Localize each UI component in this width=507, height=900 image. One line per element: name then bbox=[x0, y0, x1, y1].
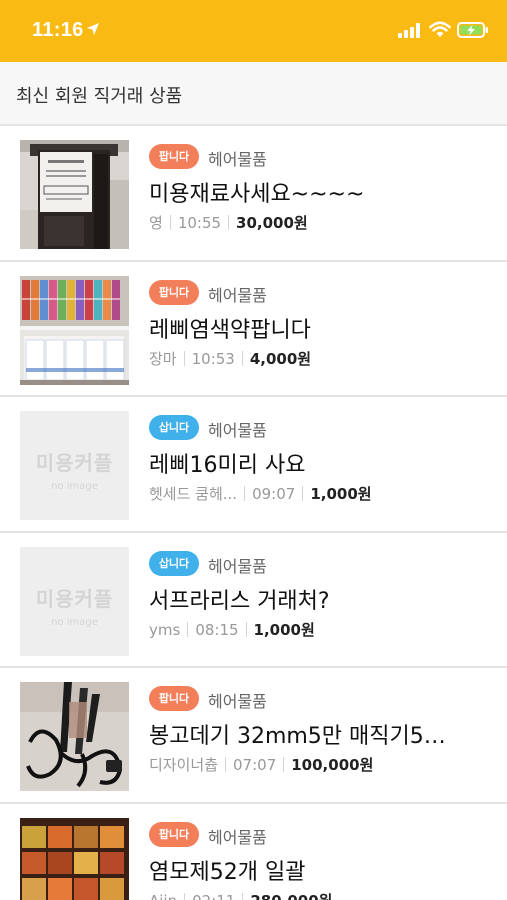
product-list: 팝니다 헤어물품 미용재료사세요~~~~ 영 10:55 30,000원 팝니다… bbox=[0, 126, 507, 900]
item-meta: 헷세드 쿰헤... 09:07 1,000원 bbox=[149, 483, 372, 504]
item-title: 레삐16미리 사요 bbox=[149, 453, 306, 478]
post-time: 07:07 bbox=[233, 756, 277, 774]
list-item[interactable]: 미용커플 no image 삽니다 헤어물품 레삐16미리 사요 헷세드 쿰헤.… bbox=[0, 397, 507, 533]
item-title: 미용재료사세요~~~~ bbox=[149, 182, 365, 207]
post-time: 08:15 bbox=[195, 620, 239, 639]
section-title: 최신 회원 직거래 상품 bbox=[16, 86, 183, 107]
category-label: 헤어물품 bbox=[208, 421, 267, 440]
meta-divider bbox=[283, 757, 285, 772]
meta-divider bbox=[183, 350, 185, 366]
item-title: 봉고데기 32mm5만 매직기5… bbox=[149, 724, 446, 749]
list-item[interactable]: 팝니다 헤어물품 봉고데기 32mm5만 매직기5… 디자이너츕 07:07 100… bbox=[0, 668, 507, 804]
item-title: 레삐염색약팝니다 bbox=[149, 317, 311, 343]
item-title: 염모제52개 일괄 bbox=[149, 859, 306, 885]
placeholder-caption: no image bbox=[51, 481, 98, 492]
meta-divider bbox=[241, 350, 243, 366]
sell-badge: 팝니다 bbox=[149, 686, 199, 711]
placeholder-caption: no image bbox=[51, 616, 98, 628]
placeholder-logo-text: 미용커플 bbox=[35, 451, 114, 475]
buy-badge: 삽니다 bbox=[149, 415, 199, 440]
product-thumbnail bbox=[20, 682, 129, 791]
item-price: 30,000원 bbox=[236, 214, 308, 232]
meta-divider bbox=[225, 757, 227, 772]
product-thumbnail bbox=[20, 817, 129, 900]
status-bar: 11:16 bbox=[0, 0, 507, 62]
meta-divider bbox=[184, 892, 186, 900]
list-item[interactable]: 팝니다 헤어물품 레삐염색약팝니다 장마 10:53 4,000원 bbox=[0, 261, 507, 397]
category-label: 헤어물품 bbox=[208, 150, 267, 169]
meta-divider bbox=[244, 486, 246, 501]
sell-badge: 팝니다 bbox=[149, 279, 199, 305]
item-price: 1,000원 bbox=[253, 620, 315, 639]
post-time: 09:07 bbox=[252, 485, 296, 503]
category-label: 헤어물품 bbox=[208, 556, 267, 576]
wifi-icon bbox=[429, 21, 451, 37]
item-meta: Ajin 02:11 280,000원 bbox=[149, 890, 332, 900]
post-time: 10:53 bbox=[191, 349, 235, 368]
sell-badge: 팝니다 bbox=[149, 821, 199, 847]
post-time: 02:11 bbox=[192, 892, 235, 900]
product-thumbnail bbox=[20, 140, 129, 249]
meta-divider bbox=[169, 215, 171, 230]
seller-name: 영 bbox=[149, 214, 163, 232]
meta-divider bbox=[245, 621, 247, 637]
meta-divider bbox=[187, 621, 189, 637]
list-item[interactable]: 팝니다 헤어물품 염모제52개 일괄 Ajin 02:11 280,000원 bbox=[0, 803, 507, 900]
location-arrow-icon bbox=[87, 23, 99, 35]
placeholder-logo-text: 미용커플 bbox=[35, 586, 114, 611]
seller-name: 디자이너츕 bbox=[149, 756, 219, 774]
post-time: 10:55 bbox=[177, 214, 222, 232]
seller-name: 장마 bbox=[149, 349, 177, 368]
section-header: 최신 회원 직거래 상품 bbox=[0, 62, 507, 126]
no-image-placeholder: 미용커플 no image bbox=[20, 411, 129, 520]
meta-divider bbox=[302, 486, 304, 501]
item-meta: yms 08:15 1,000원 bbox=[149, 619, 315, 640]
item-price: 1,000원 bbox=[310, 485, 372, 503]
meta-divider bbox=[228, 215, 230, 230]
category-label: 헤어물품 bbox=[208, 827, 267, 847]
sell-badge: 팝니다 bbox=[149, 144, 199, 169]
meta-divider bbox=[242, 892, 244, 900]
buy-badge: 삽니다 bbox=[149, 550, 199, 576]
item-meta: 영 10:55 30,000원 bbox=[149, 212, 308, 233]
seller-name: Ajin bbox=[149, 892, 177, 900]
status-time: 11:16 bbox=[32, 19, 84, 41]
item-meta: 장마 10:53 4,000원 bbox=[149, 348, 311, 369]
no-image-placeholder: 미용커플 no image bbox=[20, 546, 129, 656]
item-price: 280,000원 bbox=[250, 892, 332, 900]
battery-charging-icon bbox=[457, 22, 488, 38]
item-title: 서프라리스 거래처? bbox=[149, 588, 330, 614]
category-label: 헤어물품 bbox=[208, 692, 267, 711]
category-label: 헤어물품 bbox=[208, 285, 267, 305]
item-price: 4,000원 bbox=[249, 349, 312, 368]
product-thumbnail bbox=[20, 275, 129, 385]
item-meta: 디자이너츕 07:07 100,000원 bbox=[149, 754, 373, 775]
list-item[interactable]: 미용커플 no image 삽니다 헤어물품 서프라리스 거래처? yms 08:… bbox=[0, 532, 507, 668]
list-item[interactable]: 팝니다 헤어물품 미용재료사세요~~~~ 영 10:55 30,000원 bbox=[0, 126, 507, 262]
seller-name: 헷세드 쿰헤... bbox=[149, 485, 238, 503]
item-price: 100,000원 bbox=[291, 756, 374, 774]
cellular-signal-icon bbox=[398, 23, 420, 38]
seller-name: yms bbox=[149, 620, 181, 639]
